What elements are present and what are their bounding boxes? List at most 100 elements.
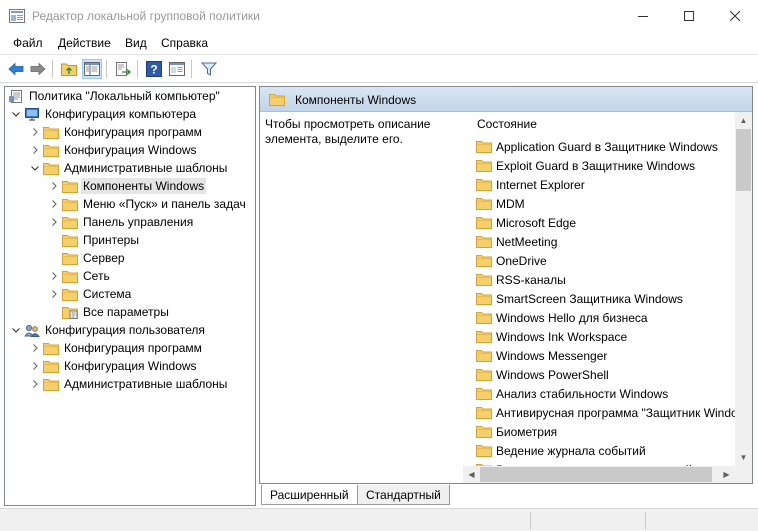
menu-bar: Файл Действие Вид Справка [0, 32, 758, 54]
show-hide-tree-icon [84, 62, 100, 76]
maximize-icon [684, 11, 694, 21]
tree-item-computer-config[interactable]: Конфигурация компьютера [10, 105, 198, 123]
computer-icon [25, 107, 39, 121]
chevron-right-icon[interactable] [29, 144, 41, 156]
horizontal-scroll-thumb[interactable] [480, 467, 712, 482]
extended-view-icon [169, 62, 185, 76]
tree-item-windows-settings[interactable]: Конфигурация Windows [29, 141, 199, 159]
tree-item-software-settings[interactable]: Конфигурация программ [29, 123, 204, 141]
tree-item-user-config[interactable]: Конфигурация пользователя [10, 321, 207, 339]
scroll-down-arrow-icon[interactable]: ▼ [735, 449, 752, 466]
list-item-label: OneDrive [496, 253, 547, 268]
tree-item-local-computer-policy[interactable]: Политика "Локальный компьютер" [8, 87, 222, 105]
tree-item-server[interactable]: Сервер [48, 249, 127, 267]
tree-item-printers[interactable]: Принтеры [48, 231, 141, 249]
list-item[interactable]: RSS-каналы [474, 270, 566, 289]
forward-icon [30, 62, 46, 76]
scroll-up-arrow-icon[interactable]: ▲ [735, 112, 752, 129]
filter-button[interactable] [199, 59, 219, 79]
list-item[interactable]: Windows Messenger [474, 346, 607, 365]
folder-icon [476, 444, 492, 457]
list-item-label: RSS-каналы [496, 272, 566, 287]
tree-item-user-windows-settings[interactable]: Конфигурация Windows [29, 357, 199, 375]
tree-item-admin-templates[interactable]: Административные шаблоны [29, 159, 229, 177]
help-icon: ? [146, 61, 162, 77]
up-folder-button[interactable] [59, 59, 79, 79]
tab-extended[interactable]: Расширенный [261, 485, 358, 505]
menu-view[interactable]: Вид [125, 36, 147, 50]
horizontal-scrollbar[interactable]: ◀ ▶ [463, 466, 735, 483]
list-item[interactable]: Internet Explorer [474, 175, 585, 194]
folder-icon [476, 349, 492, 362]
tree-item-user-software-settings[interactable]: Конфигурация программ [29, 339, 204, 357]
chevron-down-icon[interactable] [10, 324, 22, 336]
extended-view-button[interactable] [167, 59, 187, 79]
title-bar: Редактор локальной групповой политики [0, 0, 758, 32]
folder-icon [476, 311, 492, 324]
tree-item-user-admin-templates[interactable]: Административные шаблоны [29, 375, 229, 393]
show-hide-tree-button[interactable] [82, 59, 102, 79]
list-item[interactable]: Application Guard в Защитнике Windows [474, 137, 718, 156]
close-button[interactable] [712, 0, 758, 32]
list-item[interactable]: Windows Hello для бизнеса [474, 308, 648, 327]
tree-item-windows-components[interactable]: Компоненты Windows [48, 177, 207, 195]
menu-file[interactable]: Файл [13, 36, 43, 50]
users-icon [24, 324, 40, 337]
tree-item-system[interactable]: Система [48, 285, 133, 303]
tree-item-control-panel[interactable]: Панель управления [48, 213, 195, 231]
list-item[interactable]: Анализ стабильности Windows [474, 384, 668, 403]
help-button[interactable]: ? [144, 59, 164, 79]
list-item[interactable]: SmartScreen Защитника Windows [474, 289, 683, 308]
list-item[interactable]: OneDrive [474, 251, 547, 270]
list-item-label: Windows Hello для бизнеса [496, 310, 648, 325]
list-item[interactable]: Microsoft Edge [474, 213, 576, 232]
description-text: Чтобы просмотреть описание элемента, выд… [265, 117, 431, 146]
chevron-right-icon[interactable] [29, 342, 41, 354]
toolbar-separator [137, 60, 138, 78]
vertical-scroll-thumb[interactable] [736, 129, 751, 191]
folder-icon [43, 360, 59, 373]
chevron-right-icon[interactable] [48, 180, 60, 192]
tree-item-network[interactable]: Сеть [48, 267, 112, 285]
tree-item-start-menu-taskbar[interactable]: Меню «Пуск» и панель задач [48, 195, 248, 213]
list-item[interactable]: MDM [474, 194, 525, 213]
chevron-down-icon[interactable] [29, 162, 41, 174]
list-item-label: Биометрия [496, 424, 558, 439]
chevron-down-icon[interactable] [10, 108, 22, 120]
chevron-right-icon[interactable] [48, 216, 60, 228]
chevron-right-icon[interactable] [48, 198, 60, 210]
forward-button[interactable] [28, 59, 48, 79]
scroll-right-arrow-icon[interactable]: ▶ [718, 466, 735, 483]
tree-item-all-settings[interactable]: Все параметры [48, 303, 171, 321]
scroll-left-arrow-icon[interactable]: ◀ [463, 466, 480, 483]
maximize-button[interactable] [666, 0, 712, 32]
list-item[interactable]: NetMeeting [474, 232, 557, 251]
list-item-label: Ведение журнала событий [496, 443, 646, 458]
menu-action[interactable]: Действие [58, 36, 111, 50]
list-item[interactable]: Биометрия [474, 422, 557, 441]
list-item[interactable]: Exploit Guard в Защитнике Windows [474, 156, 695, 175]
minimize-button[interactable] [620, 0, 666, 32]
chevron-right-icon[interactable] [48, 288, 60, 300]
vertical-scrollbar[interactable]: ▲ ▼ [735, 112, 752, 466]
minimize-icon [638, 16, 648, 17]
view-tabs: Расширенный Стандартный [259, 485, 753, 507]
up-folder-icon [61, 63, 77, 76]
list-item[interactable]: Windows Ink Workspace [474, 327, 627, 346]
tab-standard[interactable]: Стандартный [357, 485, 450, 505]
list-item[interactable]: Антивирусная программа "Защитник Windows… [474, 403, 752, 422]
scroll-corner [735, 466, 752, 483]
export-list-button[interactable] [113, 59, 133, 79]
menu-help[interactable]: Справка [161, 36, 208, 50]
details-pane: Компоненты Windows Чтобы просмотреть опи… [259, 86, 753, 484]
list-item[interactable]: Windows PowerShell [474, 365, 609, 384]
chevron-right-icon[interactable] [48, 270, 60, 282]
folder-icon [476, 254, 492, 267]
chevron-right-icon[interactable] [29, 378, 41, 390]
list-item[interactable]: Ведение журнала событий [474, 441, 646, 460]
chevron-right-icon[interactable] [29, 360, 41, 372]
column-header-state[interactable]: Состояние [477, 117, 537, 131]
status-divider [530, 512, 531, 529]
chevron-right-icon[interactable] [29, 126, 41, 138]
back-button[interactable] [6, 59, 26, 79]
